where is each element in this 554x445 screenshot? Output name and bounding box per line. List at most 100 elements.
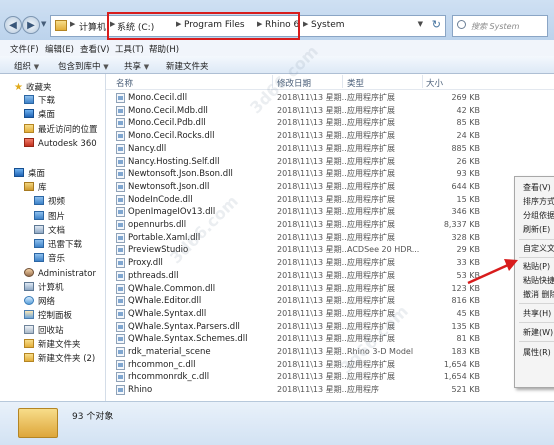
nav-label: 文档 [48,226,66,236]
include-in-library-button[interactable]: 包含到库中 ▼ [58,60,109,72]
new-folder-button[interactable]: 新建文件夹 [166,60,209,72]
download-icon [34,239,44,248]
nav-control-panel[interactable]: 控制面板 [24,310,72,322]
context-paste[interactable]: 粘贴(P) [523,261,550,272]
file-name: Nancy.dll [128,143,167,154]
file-row[interactable]: QWhale.Editor.dll 2018\11\13 星期... 应用程序扩展 8… [116,295,480,307]
file-date: 2018\11\13 星期... [277,347,350,356]
context-new[interactable]: 新建(W) [523,327,553,338]
context-group[interactable]: 分组依据 [523,210,554,221]
nav-new-folder[interactable]: 新建文件夹 [24,339,81,351]
file-type: ACDSee 20 HDR... [347,245,420,255]
music-icon [34,253,44,262]
file-type: 应用程序扩展 [347,93,395,102]
file-row[interactable]: rhcommon_c.dll 2018\11\13 星期... 应用程序扩展 1,65… [116,359,480,371]
file-icon [116,232,125,243]
nav-documents[interactable]: 文档 [34,225,65,237]
file-row[interactable]: OpenImageIOv13.dll 2018\11\13 星期... 应用程序扩展… [116,206,480,218]
address-dropdown-icon[interactable]: ▼ [418,20,423,28]
context-refresh[interactable]: 刷新(E) [523,224,550,235]
context-undo-delete[interactable]: 撤消 删除 [523,289,554,300]
nav-autodesk[interactable]: Autodesk 360 [24,138,97,150]
column-header-size[interactable]: 大小 [426,77,443,89]
context-paste-shortcut[interactable]: 粘贴快捷 [523,275,554,286]
menu-help[interactable]: 帮助(H) [149,43,179,55]
context-sort[interactable]: 排序方式 [523,196,554,207]
file-row[interactable]: Proxy.dll 2018\11\13 星期... 应用程序扩展 33 KB [116,257,480,269]
nav-desktop[interactable]: 桌面 [14,168,45,180]
nav-label: 音乐 [48,254,66,264]
file-row[interactable]: Newtonsoft.Json.Bson.dll 2018\11\13 星期...… [116,168,480,180]
recent-places-icon [24,124,34,133]
breadcrumb-computer[interactable]: 计算机 [79,20,106,33]
nav-computer[interactable]: 计算机 [24,282,64,294]
file-row[interactable]: Portable.Xaml.dll 2018\11\13 星期... 应用程序扩展 3… [116,232,480,244]
nav-administrator[interactable]: Administrator [24,268,96,280]
nav-recycle-bin[interactable]: 回收站 [24,325,64,337]
file-row[interactable]: rdk_material_scene 2018\11\13 星期... Rhino … [116,346,480,358]
breadcrumb-separator-icon[interactable]: ▶ [70,20,75,28]
nav-label: 库 [38,183,47,193]
nav-label: 桌面 [38,110,56,120]
breadcrumb-system[interactable]: System [311,20,345,30]
column-divider[interactable] [342,75,343,88]
context-customize[interactable]: 自定义文 [523,243,554,254]
nav-recent-places[interactable]: 最近访问的位置 [24,124,98,136]
nav-desktop-favorite[interactable]: 桌面 [24,109,55,121]
context-properties[interactable]: 属性(R) [523,347,551,358]
file-date: 2018\11\13 星期... [277,118,350,128]
menu-file[interactable]: 文件(F) [10,43,39,55]
menu-edit[interactable]: 编辑(E) [45,43,74,55]
nav-music[interactable]: 音乐 [34,253,65,265]
file-name: Mono.Cecil.Pdb.dll [128,118,206,129]
nav-libraries[interactable]: 库 [24,182,47,194]
menu-view[interactable]: 查看(V) [80,43,109,55]
file-size: 33 KB [456,258,480,268]
file-row[interactable]: Mono.Cecil.Mdb.dll 2018\11\13 星期... 应用程序扩展… [116,105,480,117]
recent-pages-dropdown[interactable]: ▼ [41,20,46,28]
back-button[interactable]: ◀ [4,16,22,34]
file-row[interactable]: opennurbs.dll 2018\11\13 星期... 应用程序扩展 8,337… [116,219,480,231]
context-share[interactable]: 共享(H) [523,308,551,319]
column-header-type[interactable]: 类型 [347,77,364,89]
file-row[interactable]: Rhino 2018\11\13 星期... 应用程序 521 KB [116,384,480,396]
nav-videos[interactable]: 视频 [34,196,65,208]
nav-label: 图片 [48,212,66,222]
context-view[interactable]: 查看(V) [523,182,551,193]
nav-thunder-downloads[interactable]: 迅雷下载 [34,239,82,251]
file-row[interactable]: pthreads.dll 2018\11\13 星期... 应用程序扩展 53 KB [116,270,480,282]
organize-button[interactable]: 组织 ▼ [14,60,39,72]
menu-tools[interactable]: 工具(T) [115,43,144,55]
breadcrumb-separator-icon[interactable]: ▶ [303,20,308,28]
file-row[interactable]: Mono.Cecil.Rocks.dll 2018\11\13 星期... 应用程序… [116,130,480,142]
file-row[interactable]: Nancy.Hosting.Self.dll 2018\11\13 星期... 应用… [116,156,480,168]
column-header-name[interactable]: 名称 [116,77,133,89]
nav-favorites[interactable]: ★ 收藏夹 [14,82,51,94]
file-row[interactable]: Mono.Cecil.Pdb.dll 2018\11\13 星期... 应用程序扩展… [116,117,480,129]
nav-new-folder-2[interactable]: 新建文件夹 (2) [24,353,95,365]
file-size: 183 KB [451,347,480,356]
file-name: QWhale.Syntax.Schemes.dll [128,334,248,345]
file-row[interactable]: rhcommonrdk_c.dll 2018\11\13 星期... 应用程序扩展 1… [116,371,480,383]
nav-label: 收藏夹 [25,83,52,93]
file-row[interactable]: NodeInCode.dll 2018\11\13 星期... 应用程序扩展 15 K… [116,194,480,206]
nav-pictures[interactable]: 图片 [34,211,65,223]
refresh-icon[interactable]: ↻ [432,18,441,31]
nav-network[interactable]: 网络 [24,296,55,308]
nav-label: Autodesk 360 [38,139,97,149]
forward-button[interactable]: ▶ [22,16,40,34]
file-row[interactable]: Mono.Cecil.dll 2018\11\13 星期... 应用程序扩展 269 … [116,92,480,104]
nav-downloads[interactable]: 下载 [24,95,55,107]
share-button[interactable]: 共享 ▼ [124,60,149,72]
file-row[interactable]: QWhale.Common.dll 2018\11\13 星期... 应用程序扩展 1… [116,283,480,295]
file-row[interactable]: Newtonsoft.Json.dll 2018\11\13 星期... 应用程序扩… [116,181,480,193]
column-divider[interactable] [422,75,423,88]
file-row[interactable]: QWhale.Syntax.Parsers.dll 2018\11\13 星期..… [116,321,480,333]
file-row[interactable]: QWhale.Syntax.Schemes.dll 2018\11\13 星期..… [116,333,480,345]
file-row[interactable]: Nancy.dll 2018\11\13 星期... 应用程序扩展 885 KB [116,143,480,155]
nav-label: 迅雷下载 [48,240,83,250]
file-date: 2018\11\13 星期... [277,321,350,331]
search-input[interactable]: 搜索 System [452,15,548,37]
file-row[interactable]: QWhale.Syntax.dll 2018\11\13 星期... 应用程序扩展 4… [116,308,480,320]
file-type: 应用程序扩展 [347,118,395,128]
